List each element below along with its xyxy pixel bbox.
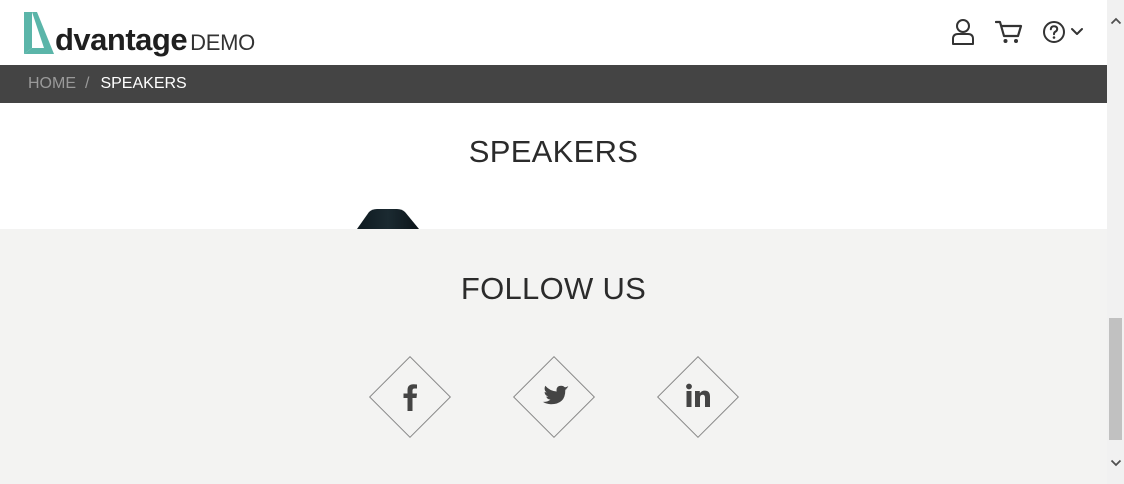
follow-us-title: FOLLOW US [460, 271, 647, 306]
site-header: dvantage DEMO [0, 0, 1107, 65]
logo-mark-icon [24, 12, 54, 54]
facebook-link[interactable] [368, 355, 452, 439]
breadcrumb-bar: HOME / SPEAKERS [0, 65, 1107, 103]
facebook-icon [403, 384, 417, 411]
breadcrumb-home-link[interactable]: HOME [28, 75, 76, 93]
footer: FOLLOW US [0, 229, 1107, 484]
twitter-icon [542, 385, 569, 405]
logo-suffix: DEMO [190, 30, 255, 55]
linkedin-link[interactable] [656, 355, 740, 439]
breadcrumb: HOME / SPEAKERS [28, 65, 187, 103]
cart-icon[interactable] [995, 18, 1023, 46]
vertical-scrollbar[interactable] [1107, 0, 1124, 484]
twitter-link[interactable] [512, 355, 596, 439]
chevron-down-icon[interactable] [1070, 27, 1084, 37]
help-menu[interactable] [1042, 18, 1086, 46]
breadcrumb-current: SPEAKERS [100, 75, 187, 92]
breadcrumb-separator: / [85, 75, 90, 92]
logo-link[interactable]: dvantage DEMO [22, 8, 255, 56]
user-icon[interactable] [949, 18, 977, 46]
scroll-up-button[interactable] [1107, 12, 1124, 29]
scroll-down-button[interactable] [1107, 454, 1124, 471]
scrollbar-thumb[interactable] [1109, 318, 1122, 440]
chevron-up-icon [1110, 17, 1121, 24]
logo-text: dvantage [55, 22, 188, 57]
product-image[interactable] [355, 208, 421, 229]
app-window: dvantage DEMO HOME / SPEAKERS SPEAKERS F… [0, 0, 1124, 484]
linkedin-icon [686, 383, 710, 407]
chevron-down-icon [1110, 459, 1121, 466]
page-title: SPEAKERS [468, 134, 639, 169]
help-icon[interactable] [1042, 20, 1066, 44]
